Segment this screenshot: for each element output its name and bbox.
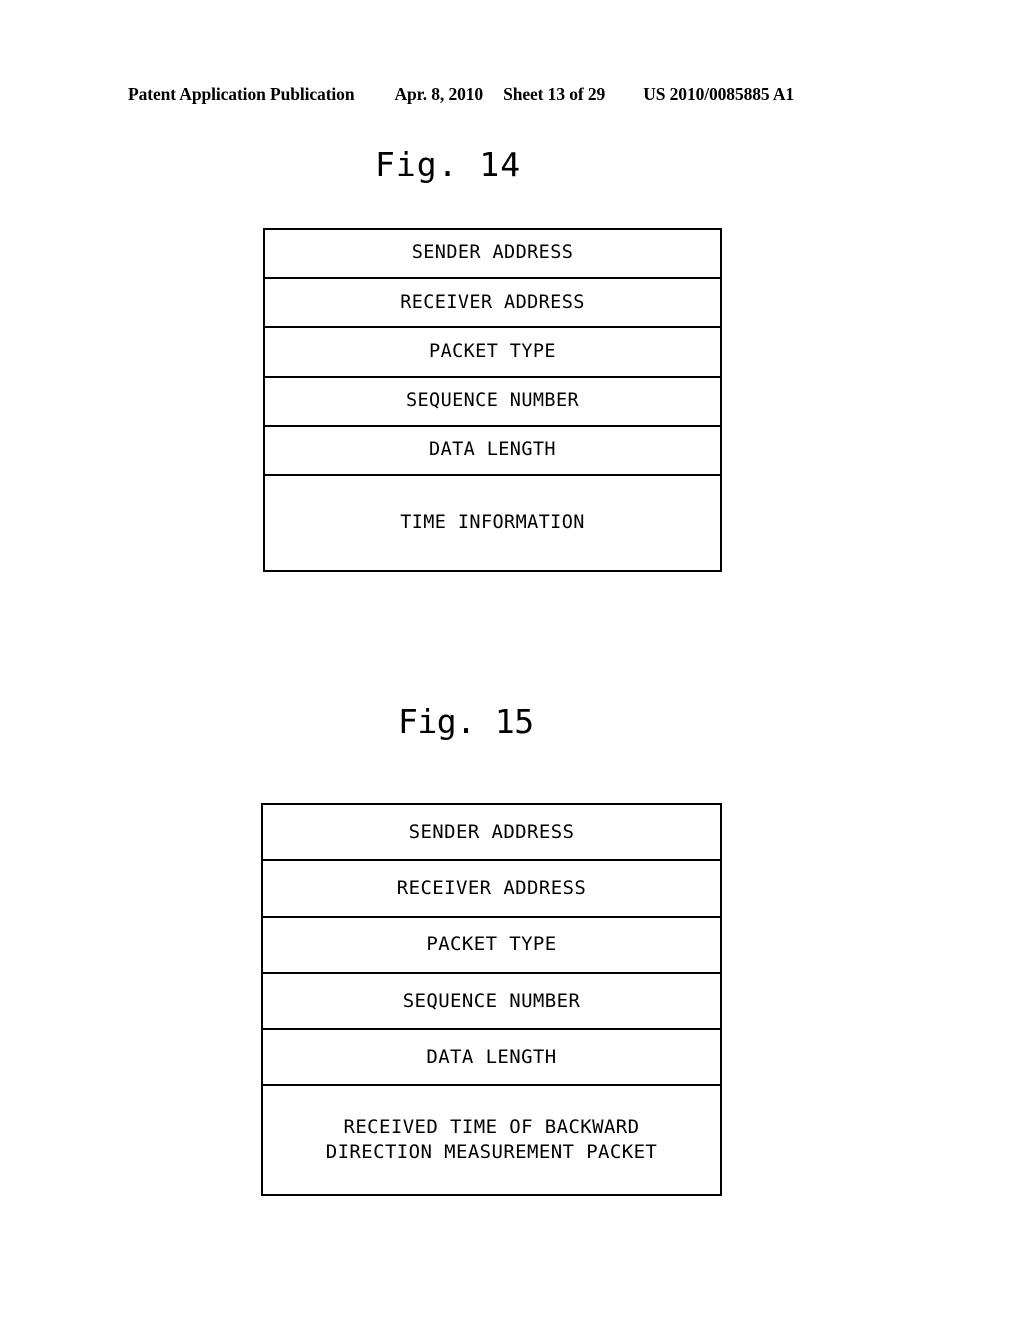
packet-field-label: RECEIVER ADDRESS [400, 291, 585, 313]
packet-field-row: TIME INFORMATION [265, 476, 720, 571]
packet-field-row: PACKET TYPE [263, 918, 720, 974]
figure-15-caption: Fig. 15 [398, 702, 534, 741]
packet-field-label: RECEIVED TIME OF BACKWARD DIRECTION MEAS… [325, 1116, 658, 1164]
figure-15-packet-format-diagram: SENDER ADDRESS RECEIVER ADDRESS PACKET T… [261, 803, 722, 1196]
header-document-number: US 2010/0085885 A1 [643, 84, 795, 104]
header-sheet-number: Sheet 13 of 29 [503, 84, 606, 104]
packet-field-label: SENDER ADDRESS [408, 820, 575, 843]
packet-field-row: SEQUENCE NUMBER [263, 974, 720, 1031]
packet-field-label: PACKET TYPE [426, 933, 557, 956]
header-publication-date: Apr. 8, 2010 [394, 84, 484, 104]
packet-field-label: DATA LENGTH [426, 1045, 557, 1068]
packet-field-row: RECEIVED TIME OF BACKWARD DIRECTION MEAS… [263, 1086, 720, 1194]
packet-field-label: SENDER ADDRESS [411, 242, 574, 264]
packet-field-label: SEQUENCE NUMBER [405, 389, 580, 411]
packet-field-label: PACKET TYPE [429, 340, 556, 362]
packet-field-row: RECEIVER ADDRESS [263, 861, 720, 918]
packet-field-label: SEQUENCE NUMBER [402, 989, 581, 1012]
packet-field-row: DATA LENGTH [265, 427, 720, 476]
header-publication-label: Patent Application Publication [128, 84, 355, 104]
packet-field-label: DATA LENGTH [429, 439, 556, 461]
packet-field-label: RECEIVER ADDRESS [396, 876, 587, 899]
packet-field-row: SENDER ADDRESS [265, 230, 720, 280]
figure-14-caption: Fig. 14 [375, 145, 522, 184]
packet-field-row: RECEIVER ADDRESS [265, 279, 720, 329]
page-running-header: Patent Application Publication Apr. 8, 2… [128, 84, 896, 108]
packet-field-label: TIME INFORMATION [400, 512, 585, 534]
packet-field-row: PACKET TYPE [265, 328, 720, 378]
packet-field-row: SEQUENCE NUMBER [265, 378, 720, 427]
packet-field-row: DATA LENGTH [263, 1030, 720, 1087]
figure-14-packet-format-diagram: SENDER ADDRESS RECEIVER ADDRESS PACKET T… [263, 228, 722, 572]
packet-field-row: SENDER ADDRESS [263, 805, 720, 862]
